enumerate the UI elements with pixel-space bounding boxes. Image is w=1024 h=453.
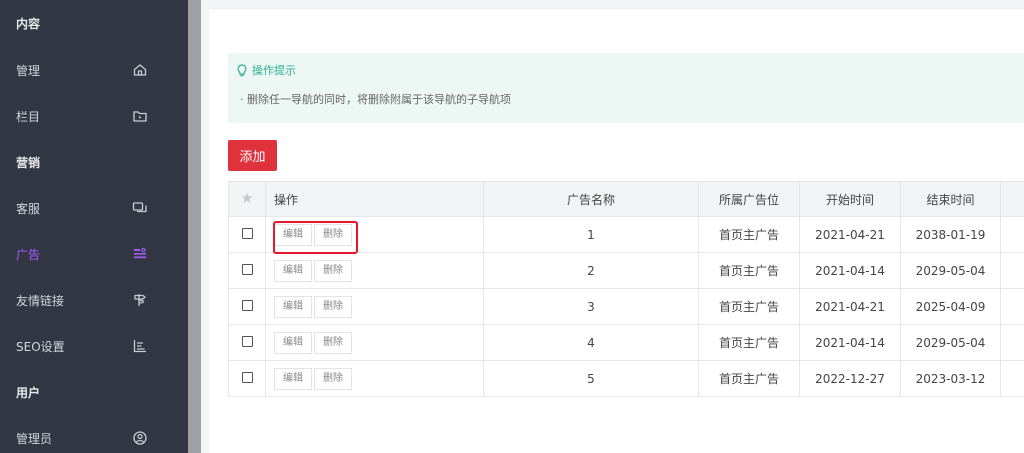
cell-start-time: 2022-12-27 bbox=[799, 360, 901, 397]
table-row: 编辑 删除 2 首页主广告 2021-04-14 2029-05-04 bbox=[228, 252, 1024, 289]
sidebar-item-label: 友情链接 bbox=[16, 293, 65, 308]
sidebar-item-seo[interactable]: SEO设置 bbox=[0, 323, 188, 369]
row-checkbox[interactable] bbox=[241, 371, 253, 383]
delete-button[interactable]: 删除 bbox=[314, 259, 352, 282]
lightbulb-icon bbox=[237, 63, 247, 76]
table-row: 编辑 删除 4 首页主广告 2021-04-14 2029-05-04 bbox=[228, 324, 1024, 361]
cell-end-time: 2038-01-19 bbox=[900, 216, 1001, 253]
folder-icon bbox=[133, 111, 147, 122]
header-ad-name: 广告名称 bbox=[483, 181, 699, 217]
row-actions: 编辑 删除 bbox=[265, 324, 484, 361]
cell-ad-position: 首页主广告 bbox=[698, 252, 800, 289]
ad-icon bbox=[134, 247, 146, 259]
cell-start-time: 2021-04-21 bbox=[799, 216, 901, 253]
signpost-icon bbox=[134, 294, 146, 306]
chart-icon bbox=[133, 340, 146, 353]
tip-text: · 删除任一导航的同时，将删除附属于该导航的子导航项 bbox=[240, 93, 511, 106]
sidebar-group-marketing: 营销 bbox=[0, 139, 188, 185]
sidebar-item-label: 客服 bbox=[16, 201, 41, 216]
cell-extra bbox=[1000, 324, 1024, 361]
sidebar-item-column[interactable]: 栏目 bbox=[0, 93, 188, 139]
row-actions: 编辑 删除 bbox=[265, 252, 484, 289]
cell-ad-position: 首页主广告 bbox=[698, 288, 800, 325]
cell-ad-position: 首页主广告 bbox=[698, 324, 800, 361]
row-checkbox-cell bbox=[228, 252, 266, 289]
sidebar: 内容 管理 栏目 营销 客服 广告 友情链接 SEO设置 用户 管理员 bbox=[0, 0, 188, 453]
cell-extra bbox=[1000, 288, 1024, 325]
sidebar-item-links[interactable]: 友情链接 bbox=[0, 277, 188, 323]
row-checkbox-cell bbox=[228, 324, 266, 361]
tip-title: 操作提示 bbox=[236, 62, 296, 78]
delete-button[interactable]: 删除 bbox=[314, 295, 352, 318]
add-button[interactable]: 添加 bbox=[228, 140, 277, 171]
sidebar-group-users: 用户 bbox=[0, 369, 188, 415]
cell-end-time: 2029-05-04 bbox=[900, 252, 1001, 289]
cell-extra bbox=[1000, 360, 1024, 397]
cell-ad-position: 首页主广告 bbox=[698, 360, 800, 397]
chat-icon bbox=[132, 202, 147, 213]
cell-ad-name: 4 bbox=[483, 324, 699, 361]
cell-ad-name: 5 bbox=[483, 360, 699, 397]
operation-tip: 操作提示 · 删除任一导航的同时，将删除附属于该导航的子导航项 bbox=[228, 53, 1024, 123]
cell-end-time: 2029-05-04 bbox=[900, 324, 1001, 361]
row-checkbox[interactable] bbox=[241, 335, 253, 347]
row-actions: 编辑 删除 bbox=[265, 360, 484, 397]
sidebar-item-label: 管理 bbox=[16, 63, 41, 78]
cell-ad-name: 2 bbox=[483, 252, 699, 289]
cell-end-time: 2023-03-12 bbox=[900, 360, 1001, 397]
cell-start-time: 2021-04-14 bbox=[799, 252, 901, 289]
cell-ad-name: 3 bbox=[483, 288, 699, 325]
sidebar-item-admins[interactable]: 管理员 bbox=[0, 415, 188, 453]
home-icon bbox=[133, 64, 147, 76]
ads-table: 操作 广告名称 所属广告位 开始时间 结束时间 编辑 删除 1 首页主广告 202… bbox=[228, 181, 1024, 397]
star-icon bbox=[241, 192, 253, 203]
row-checkbox-cell bbox=[228, 216, 266, 253]
divider bbox=[201, 0, 209, 453]
row-checkbox-cell bbox=[228, 360, 266, 397]
header-actions: 操作 bbox=[265, 181, 484, 217]
row-checkbox-cell bbox=[228, 288, 266, 325]
cell-extra bbox=[1000, 252, 1024, 289]
cell-start-time: 2021-04-14 bbox=[799, 324, 901, 361]
sidebar-group-label: 内容 bbox=[16, 16, 41, 31]
header-start-time: 开始时间 bbox=[799, 181, 901, 217]
cell-end-time: 2025-04-09 bbox=[900, 288, 1001, 325]
sidebar-item-label: 管理员 bbox=[16, 431, 53, 446]
select-all-header[interactable] bbox=[228, 181, 266, 217]
header-extra bbox=[1000, 181, 1024, 217]
sidebar-group-content: 内容 bbox=[0, 0, 188, 46]
edit-button[interactable]: 编辑 bbox=[274, 259, 312, 282]
header-ad-position: 所属广告位 bbox=[698, 181, 800, 217]
table-header-row: 操作 广告名称 所属广告位 开始时间 结束时间 bbox=[228, 181, 1024, 217]
header-end-time: 结束时间 bbox=[900, 181, 1001, 217]
row-actions: 编辑 删除 bbox=[265, 288, 484, 325]
user-circle-icon bbox=[133, 431, 147, 445]
edit-button[interactable]: 编辑 bbox=[274, 367, 312, 390]
delete-button[interactable]: 删除 bbox=[314, 331, 352, 354]
cell-start-time: 2021-04-21 bbox=[799, 288, 901, 325]
sidebar-item-label: 栏目 bbox=[16, 109, 41, 124]
cell-extra bbox=[1000, 216, 1024, 253]
edit-button[interactable]: 编辑 bbox=[274, 295, 312, 318]
row-checkbox[interactable] bbox=[241, 299, 253, 311]
sidebar-item-manage[interactable]: 管理 bbox=[0, 47, 188, 93]
sidebar-item-label: 广告 bbox=[16, 247, 41, 262]
delete-button[interactable]: 删除 bbox=[314, 367, 352, 390]
sidebar-item-ads[interactable]: 广告 bbox=[0, 231, 188, 277]
table-row: 编辑 删除 5 首页主广告 2022-12-27 2023-03-12 bbox=[228, 360, 1024, 397]
sidebar-item-label: SEO设置 bbox=[16, 339, 65, 354]
sidebar-group-label: 用户 bbox=[16, 385, 41, 400]
tip-title-text: 操作提示 bbox=[252, 64, 296, 77]
sidebar-scrollbar[interactable] bbox=[188, 0, 201, 453]
row-checkbox[interactable] bbox=[241, 263, 253, 275]
sidebar-item-service[interactable]: 客服 bbox=[0, 185, 188, 231]
cell-ad-position: 首页主广告 bbox=[698, 216, 800, 253]
table-row: 编辑 删除 3 首页主广告 2021-04-21 2025-04-09 bbox=[228, 288, 1024, 325]
edit-button[interactable]: 编辑 bbox=[274, 331, 312, 354]
sidebar-group-label: 营销 bbox=[16, 155, 41, 170]
highlight-box bbox=[273, 221, 358, 254]
row-checkbox[interactable] bbox=[241, 227, 253, 239]
cell-ad-name: 1 bbox=[483, 216, 699, 253]
main-panel: 操作提示 · 删除任一导航的同时，将删除附属于该导航的子导航项 添加 操作 广告… bbox=[209, 8, 1024, 453]
